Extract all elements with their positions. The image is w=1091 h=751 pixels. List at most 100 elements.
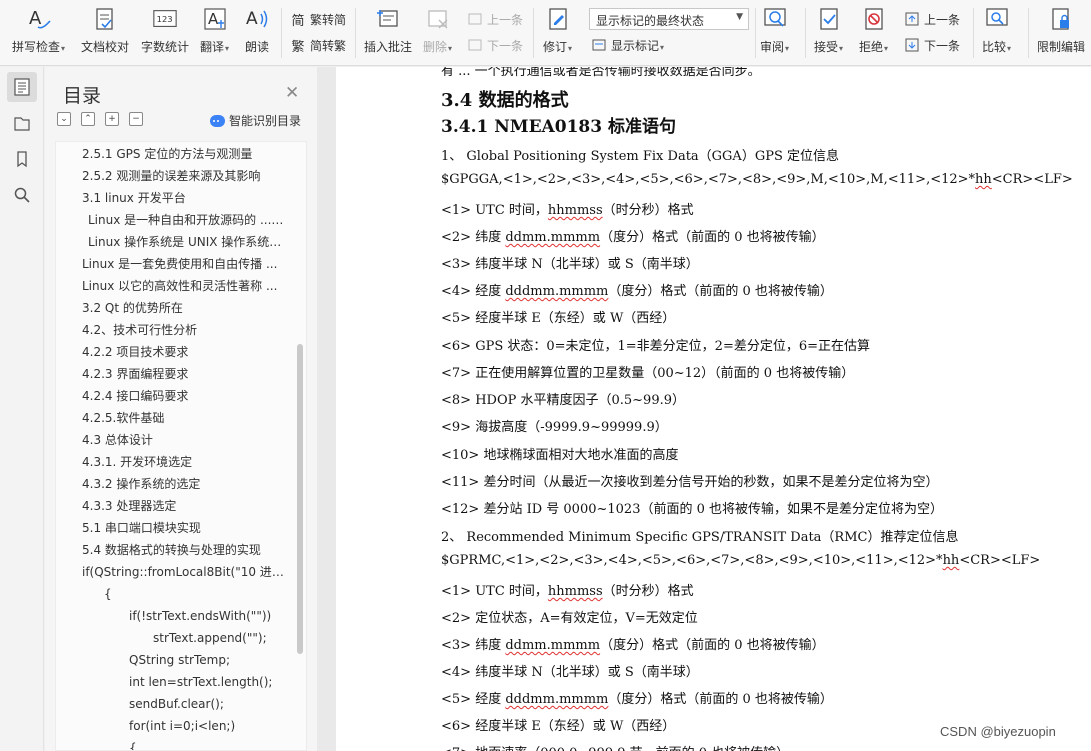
- close-icon[interactable]: ✕: [285, 83, 299, 103]
- lock-document-icon: [1048, 6, 1074, 32]
- toc-item[interactable]: 4.2.2 项目技术要求: [82, 341, 284, 363]
- spelling-error-text: ddmm.mmmm: [505, 638, 601, 653]
- expand-up-icon[interactable]: ⌃: [81, 112, 95, 126]
- prev-change-button[interactable]: 上一条: [904, 9, 960, 29]
- next-change-icon: [904, 37, 920, 53]
- revise-button[interactable]: 修订: [543, 6, 572, 60]
- doc-text: <7> 地面速率（000.0~999.9 节，前面的 0 也将被传输）: [441, 746, 789, 751]
- chevron-down-icon: ▼: [736, 12, 743, 22]
- search-button[interactable]: [7, 180, 37, 210]
- toc-item[interactable]: 4.3.2 操作系统的选定: [82, 473, 284, 495]
- document-page[interactable]: 有 ... 一个执行通信或者是否传输时接收数据是否同步。 3.4 数据的格式 3.4…: [336, 67, 1091, 751]
- next-comment-button[interactable]: 下一条: [467, 35, 523, 55]
- next-change-button[interactable]: 下一条: [904, 35, 960, 55]
- remove-heading-icon[interactable]: −: [129, 112, 143, 126]
- simp-to-trad-button[interactable]: 繁 简转繁: [290, 35, 346, 55]
- doc-text: <11> 差分时间（从最近一次接收到差分信号开始的秒数，如果不是差分定位将为空）: [441, 475, 939, 490]
- toc-item[interactable]: Linux 是一种自由和开放源码的 ... ...: [88, 209, 284, 231]
- toc-item[interactable]: strText.append("");: [153, 627, 284, 649]
- restrict-edit-button[interactable]: 限制编辑: [1037, 6, 1085, 60]
- show-markup-icon: [591, 37, 607, 53]
- bookmark-button[interactable]: [7, 144, 37, 174]
- doc-text: <3> 纬度半球 N（北半球）或 S（南半球）: [441, 257, 699, 272]
- toc-item[interactable]: int len=strText.length();: [129, 671, 284, 693]
- toc-item[interactable]: {: [104, 583, 284, 605]
- toc-item[interactable]: 5.4 数据格式的转换与处理的实现: [82, 539, 284, 561]
- doc-paragraph: 有 ... 一个执行通信或者是否传输时接收数据是否同步。: [441, 67, 761, 79]
- delete-comment-button[interactable]: 删除: [423, 6, 452, 60]
- doc-text: <CR><LF>: [991, 172, 1073, 187]
- prev-comment-button[interactable]: 上一条: [467, 9, 523, 29]
- toc-item[interactable]: 2.5.1 GPS 定位的方法与观测量: [82, 143, 284, 165]
- doc-paragraph: <6> 经度半球 E（东经）或 W（西经）: [441, 715, 675, 734]
- reject-button[interactable]: 拒绝: [859, 6, 888, 60]
- doc-text: <4> 经度: [441, 284, 506, 299]
- toc-item[interactable]: 4.3.3 处理器选定: [82, 495, 284, 517]
- toc-item[interactable]: {: [129, 737, 284, 750]
- toc-item[interactable]: 4.2、技术可行性分析: [82, 319, 284, 341]
- toc-item[interactable]: 3.1 linux 开发平台: [82, 187, 284, 209]
- toc-item[interactable]: 5.1 串口端口模块实现: [82, 517, 284, 539]
- smart-bot-icon: [210, 114, 225, 127]
- toc-item[interactable]: Linux 操作系统是 UNIX 操作系统 ...: [88, 231, 284, 253]
- doc-proof-button[interactable]: 文档校对: [81, 6, 129, 60]
- doc-paragraph: <2> 纬度 ddmm.mmmm（度分）格式（前面的 0 也将被传输）: [441, 226, 825, 245]
- spelling-error-text: dddmm.mmmm: [505, 284, 609, 299]
- toc-item[interactable]: 3.2 Qt 的优势所在: [82, 297, 284, 319]
- collapse-all-icon[interactable]: ⌄: [57, 112, 71, 126]
- toc-item[interactable]: 4.3.1. 开发环境选定: [82, 451, 284, 473]
- comment-icon: [375, 6, 401, 32]
- doc-paragraph: <7> 地面速率（000.0~999.9 节，前面的 0 也将被传输）: [441, 742, 789, 751]
- separator: [805, 8, 806, 58]
- outline-icon: [14, 78, 30, 96]
- read-aloud-button[interactable]: A 朗读: [244, 6, 270, 60]
- doc-paragraph: <4> 经度 dddmm.mmmm（度分）格式（前面的 0 也将被传输）: [441, 280, 833, 299]
- spell-check-button[interactable]: A 拼写检查: [12, 6, 65, 60]
- toc-item[interactable]: Linux 是一套免费使用和自由传播 ...: [82, 253, 284, 275]
- spell-check-icon: A: [26, 6, 52, 32]
- doc-text: 有 ... 一个执行通信或者是否传输时接收数据是否同步。: [441, 67, 761, 79]
- translate-button[interactable]: A 翻译: [200, 6, 229, 60]
- spelling-error-text: hh: [942, 553, 960, 568]
- toc-item[interactable]: Linux 以它的高效性和灵活性著称 ...: [82, 275, 284, 297]
- show-markup-button[interactable]: 显示标记: [591, 35, 664, 55]
- separator: [281, 8, 282, 58]
- speaker-icon: A: [244, 6, 270, 32]
- toc-item[interactable]: if(QString::fromLocal8Bit("10 进 ...: [82, 561, 284, 583]
- toc-item[interactable]: if(!strText.endsWith("")): [129, 605, 284, 627]
- doc-paragraph: 1、 Global Positioning System Fix Data（GG…: [441, 145, 839, 164]
- doc-text: $GPGGA,<1>,<2>,<3>,<4>,<5>,<6>,<7>,<8>,<…: [441, 172, 976, 187]
- compare-button[interactable]: 比较: [982, 6, 1011, 60]
- watermark: CSDN @biyezuopin: [940, 724, 1056, 739]
- toc-item[interactable]: 4.2.3 界面编程要求: [82, 363, 284, 385]
- spelling-error-text: ddmm.mmmm: [505, 230, 601, 245]
- markup-state-select[interactable]: 显示标记的最终状态 ▼: [589, 8, 749, 30]
- insert-comment-button[interactable]: 插入批注: [364, 6, 412, 60]
- trad-to-simp-button[interactable]: 简 繁转简: [290, 9, 346, 29]
- toc-item[interactable]: QString strTemp;: [129, 649, 284, 671]
- doc-text: 1、 Global Positioning System Fix Data（GG…: [441, 149, 839, 164]
- toc-item[interactable]: 2.5.2 观测量的误差来源及其影响: [82, 165, 284, 187]
- toc-item[interactable]: for(int i=0;i<len;): [129, 715, 284, 737]
- toc-panel-button[interactable]: [7, 72, 37, 102]
- accept-button[interactable]: 接受: [814, 6, 843, 60]
- word-count-icon: 123: [152, 6, 178, 32]
- word-count-button[interactable]: 123 字数统计: [141, 6, 189, 60]
- toc-item[interactable]: 4.3 总体设计: [82, 429, 284, 451]
- search-icon: [14, 187, 30, 203]
- doc-text: <6> 经度半球 E（东经）或 W（西经）: [441, 719, 676, 734]
- add-heading-icon[interactable]: +: [105, 112, 119, 126]
- toc-item[interactable]: 4.2.4 接口编码要求: [82, 385, 284, 407]
- doc-paragraph: <2> 定位状态，A=有效定位，V=无效定位: [441, 607, 698, 626]
- svg-text:A: A: [246, 9, 258, 29]
- doc-text: <1> UTC 时间，: [441, 203, 548, 218]
- review-button[interactable]: 审阅: [760, 6, 789, 60]
- smart-toc-button[interactable]: 智能识别目录: [210, 112, 301, 129]
- toc-list: 2.5.1 GPS 定位的方法与观测量 2.5.2 观测量的误差来源及其影响 3.1…: [55, 141, 307, 751]
- doc-paragraph: <5> 经度半球 E（东经）或 W（西经）: [441, 307, 675, 326]
- chapter-nav-button[interactable]: [7, 108, 37, 138]
- toc-item[interactable]: sendBuf.clear();: [129, 693, 284, 715]
- doc-paragraph: <4> 纬度半球 N（北半球）或 S（南半球）: [441, 661, 699, 680]
- toc-scrollbar[interactable]: [297, 344, 303, 654]
- toc-item[interactable]: 4.2.5.软件基础: [82, 407, 284, 429]
